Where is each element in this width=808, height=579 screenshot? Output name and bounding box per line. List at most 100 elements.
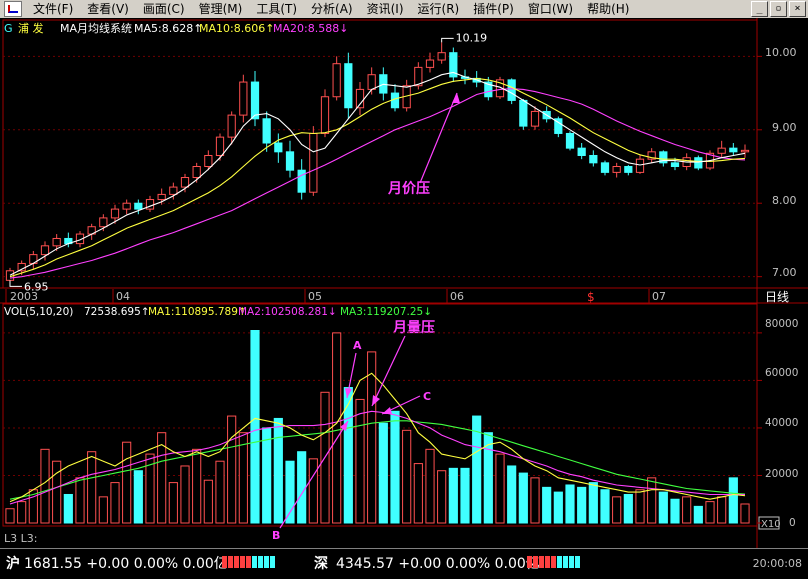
ma20-readout: MA20:8.588↓	[273, 22, 348, 35]
candle-body	[519, 99, 528, 127]
volume-bar	[495, 453, 505, 524]
menu-run[interactable]: 运行(R)	[411, 0, 467, 18]
volume-bar	[600, 489, 610, 524]
candle-body	[180, 177, 190, 188]
menu-info[interactable]: 资讯(I)	[360, 0, 411, 18]
menu-view[interactable]: 查看(V)	[80, 0, 136, 18]
candle-body	[367, 74, 376, 90]
volume-bar	[542, 486, 552, 524]
x-tick-06: 06	[450, 290, 464, 303]
menu-screen[interactable]: 画面(C)	[136, 0, 192, 18]
candle-body	[110, 208, 120, 219]
volume-bar	[180, 465, 190, 524]
menu-analysis[interactable]: 分析(A)	[304, 0, 360, 18]
candle-body	[134, 202, 143, 210]
vol-value-readout: 72538.695↑	[84, 306, 150, 318]
point-b-label: B	[272, 529, 280, 542]
menu-help[interactable]: 帮助(H)	[580, 0, 636, 18]
volume-bar	[110, 482, 120, 524]
restore-button[interactable]: ▫	[770, 1, 787, 17]
volume-bar	[273, 417, 283, 524]
candle-body	[297, 169, 306, 193]
period-label[interactable]: 日线	[765, 290, 789, 304]
volume-bar	[740, 503, 750, 524]
volume-pressure-annotation: 月量压	[392, 320, 435, 336]
minimize-button[interactable]: _	[751, 1, 768, 17]
close-button[interactable]: ×	[789, 1, 806, 17]
y-tick-vol: 80000	[765, 318, 798, 330]
y-tick-price: 7.00	[772, 266, 797, 279]
volume-bar	[693, 505, 703, 524]
volume-bar	[63, 493, 73, 524]
volume-bar	[75, 477, 85, 524]
volume-bar	[577, 486, 587, 524]
menu-file[interactable]: 文件(F)	[26, 0, 80, 18]
menu-plugins[interactable]: 插件(P)	[466, 0, 521, 18]
candle-body	[40, 245, 50, 256]
volume-bar	[238, 432, 248, 524]
sh-index-value[interactable]: 1681.55 +0.00 0.00% 0.00亿	[24, 553, 228, 573]
candle-body	[600, 162, 610, 173]
volume-bar	[215, 460, 225, 524]
volume-bar	[203, 479, 213, 524]
candle-body	[332, 63, 341, 98]
candle-body	[192, 166, 201, 179]
sz-index-value[interactable]: 4345.57 +0.00 0.00% 0.00亿	[336, 553, 540, 573]
app-icon[interactable]	[4, 1, 22, 17]
volume-bar	[682, 496, 692, 524]
high-price-label: 10.19	[456, 31, 488, 44]
volume-bar	[530, 477, 540, 524]
volume-bar	[553, 491, 563, 524]
low-price-label: 6.95	[24, 280, 49, 293]
stock-name: 浦 发	[18, 21, 44, 35]
y-tick-vol: 0	[789, 517, 796, 529]
volume-bar	[250, 330, 260, 524]
volume-bar	[297, 451, 307, 524]
volume-bar	[285, 460, 295, 524]
x-tick-07: 07	[652, 290, 666, 303]
point-a-label: A	[353, 339, 362, 352]
volume-bar	[40, 448, 50, 524]
candle-body	[624, 166, 633, 173]
volume-bar	[378, 422, 388, 524]
volume-bar	[308, 458, 318, 524]
ma5-readout: MA5:8.628↑	[134, 22, 202, 35]
candle-body	[355, 88, 365, 109]
event-marker[interactable]: $	[587, 290, 595, 304]
volume-bar	[355, 398, 365, 524]
candle-body	[99, 217, 108, 228]
candle-body	[507, 79, 516, 101]
volume-bar	[5, 508, 15, 524]
volume-bar	[437, 470, 447, 524]
x-tick-05: 05	[308, 290, 322, 303]
candle-body	[740, 149, 750, 153]
sz-volume-meter	[527, 556, 580, 568]
chart-area[interactable]: G 浦 发 MA月均线系统 MA5:8.628↑ MA10:8.606↑ MA2…	[0, 18, 808, 548]
stock-chart-svg[interactable]: G 浦 发 MA月均线系统 MA5:8.628↑ MA10:8.606↑ MA2…	[0, 18, 808, 548]
vol-indicator-name: VOL(5,10,20)	[4, 306, 73, 318]
stock-code: G	[4, 22, 13, 35]
volume-bar	[518, 472, 528, 524]
vol-ma2-readout: MA2:102508.281↓	[238, 306, 337, 318]
candle-body	[530, 110, 540, 127]
candle-body	[122, 202, 131, 210]
menu-tools[interactable]: 工具(T)	[249, 0, 304, 18]
volume-bar	[460, 467, 470, 524]
bottom-indicator-label: L3 L3:	[4, 532, 37, 545]
menu-bar: 文件(F) 查看(V) 画面(C) 管理(M) 工具(T) 分析(A) 资讯(I…	[0, 0, 808, 19]
volume-bar	[192, 448, 202, 524]
sh-index-label[interactable]: 沪	[6, 553, 20, 573]
menu-window[interactable]: 窗口(W)	[521, 0, 580, 18]
volume-bar	[588, 482, 598, 524]
menu-manage[interactable]: 管理(M)	[192, 0, 250, 18]
volume-bar	[390, 410, 400, 524]
candle-body	[239, 81, 248, 116]
candle-body	[565, 132, 575, 149]
volume-bar	[133, 470, 143, 524]
candle-body	[157, 193, 166, 201]
volume-bar	[717, 496, 727, 524]
sh-volume-meter	[222, 556, 275, 568]
vol-ma1-readout: MA1:110895.789↑	[148, 306, 247, 318]
candle-body	[215, 136, 225, 156]
sz-index-label[interactable]: 深	[314, 553, 328, 573]
